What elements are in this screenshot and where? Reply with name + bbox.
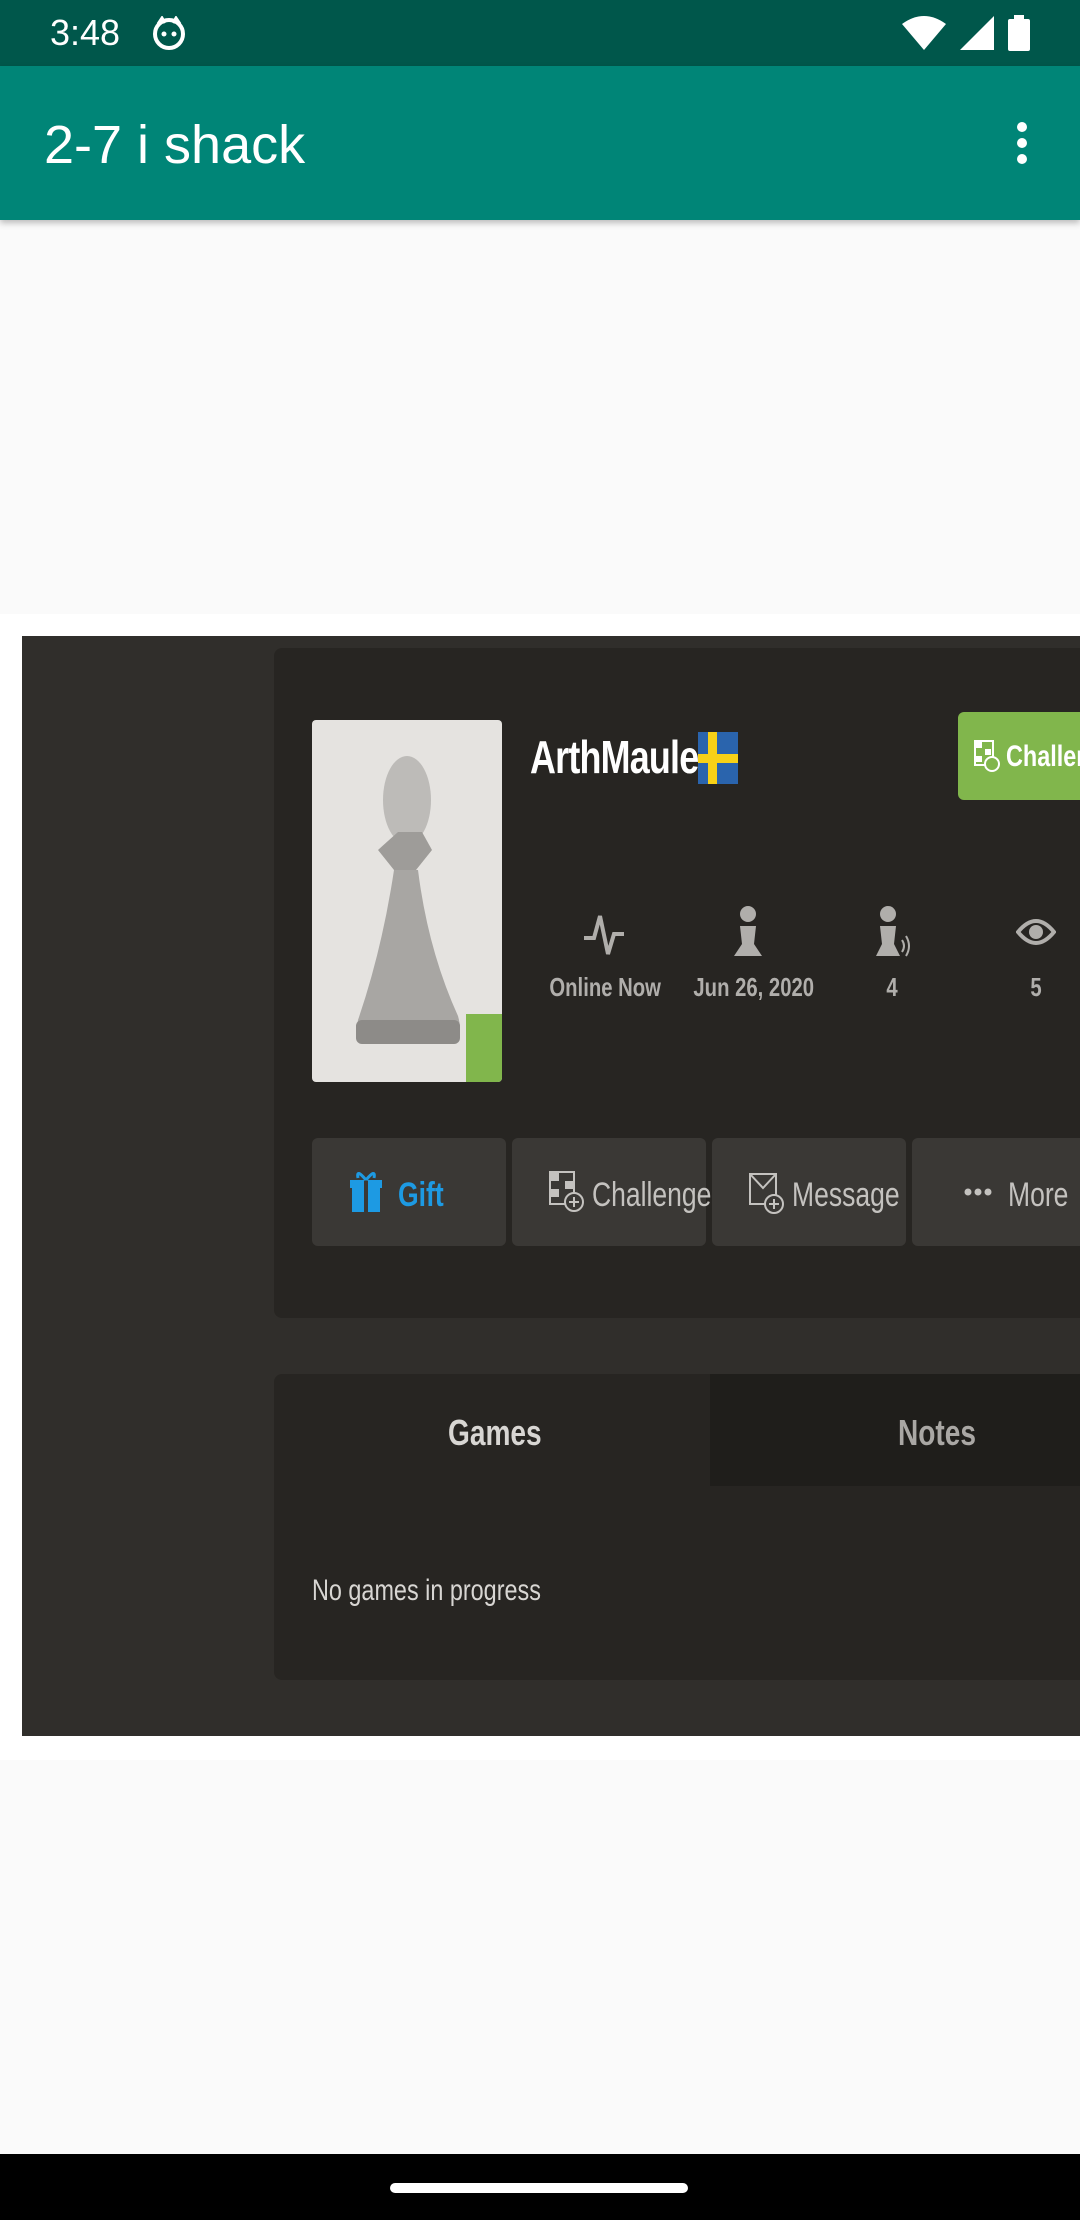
navigation-bar	[0, 2154, 1080, 2220]
stat-joined: Jun 26, 2020	[678, 904, 818, 1003]
avatar	[312, 720, 502, 1082]
profile-screenshot: ArthMauler Challeng Online Now Jun 26, 2…	[22, 636, 1080, 1736]
board-plus-icon	[549, 1171, 584, 1212]
pawn-icon	[734, 906, 762, 956]
gift-label: Gift	[398, 1176, 444, 1214]
tab-games-label: Games	[448, 1412, 542, 1453]
status-time: 3:48	[50, 12, 121, 53]
stat-followers-value: 4	[886, 972, 898, 1002]
username[interactable]: ArthMauler	[530, 730, 712, 784]
stat-online: Online Now	[534, 904, 674, 1003]
activity-icon	[584, 915, 624, 955]
empty-games-text: No games in progress	[312, 1574, 541, 1607]
gift-icon	[350, 1172, 382, 1212]
gift-button[interactable]: Gift	[312, 1138, 506, 1246]
more-button[interactable]: More	[912, 1138, 1080, 1246]
overflow-menu-icon[interactable]	[1002, 116, 1042, 172]
tab-notes[interactable]: Notes	[710, 1374, 1080, 1486]
wifi-icon	[902, 16, 946, 50]
app-bar: 2-7 i shack	[0, 66, 1080, 220]
message-button[interactable]: Message	[712, 1138, 906, 1246]
challenge-button[interactable]: Challenge	[512, 1138, 711, 1246]
more-dots-icon	[964, 1188, 992, 1196]
stat-joined-value: Jun 26, 2020	[693, 972, 815, 1002]
followers-icon	[876, 906, 910, 957]
challenge-top-button[interactable]: Challeng	[958, 712, 1080, 800]
online-indicator	[466, 1014, 502, 1082]
stat-views-value: 5	[1030, 972, 1042, 1002]
games-panel: Games Notes No games in progress	[274, 1374, 1080, 1680]
more-label: More	[1008, 1176, 1069, 1214]
battery-icon	[1008, 15, 1030, 51]
challenge-top-label: Challeng	[1006, 740, 1080, 773]
tab-games[interactable]: Games	[274, 1374, 710, 1486]
notification-cat-icon	[153, 16, 185, 50]
stat-online-value: Online Now	[549, 972, 661, 1002]
home-gesture-handle[interactable]	[390, 2183, 688, 2193]
signal-icon	[960, 16, 994, 50]
challenge-label: Challenge	[592, 1176, 712, 1214]
stat-views: 5	[966, 904, 1080, 1003]
board-plus-icon	[974, 740, 1000, 772]
app-title: 2-7 i shack	[44, 115, 306, 175]
status-bar: 3:48	[0, 0, 1080, 66]
message-plus-icon	[749, 1173, 784, 1214]
message-label: Message	[792, 1176, 900, 1214]
tab-notes-label: Notes	[898, 1412, 977, 1453]
sweden-flag-icon	[698, 732, 738, 784]
eye-icon	[1016, 919, 1056, 945]
stat-followers: 4	[822, 904, 962, 1003]
